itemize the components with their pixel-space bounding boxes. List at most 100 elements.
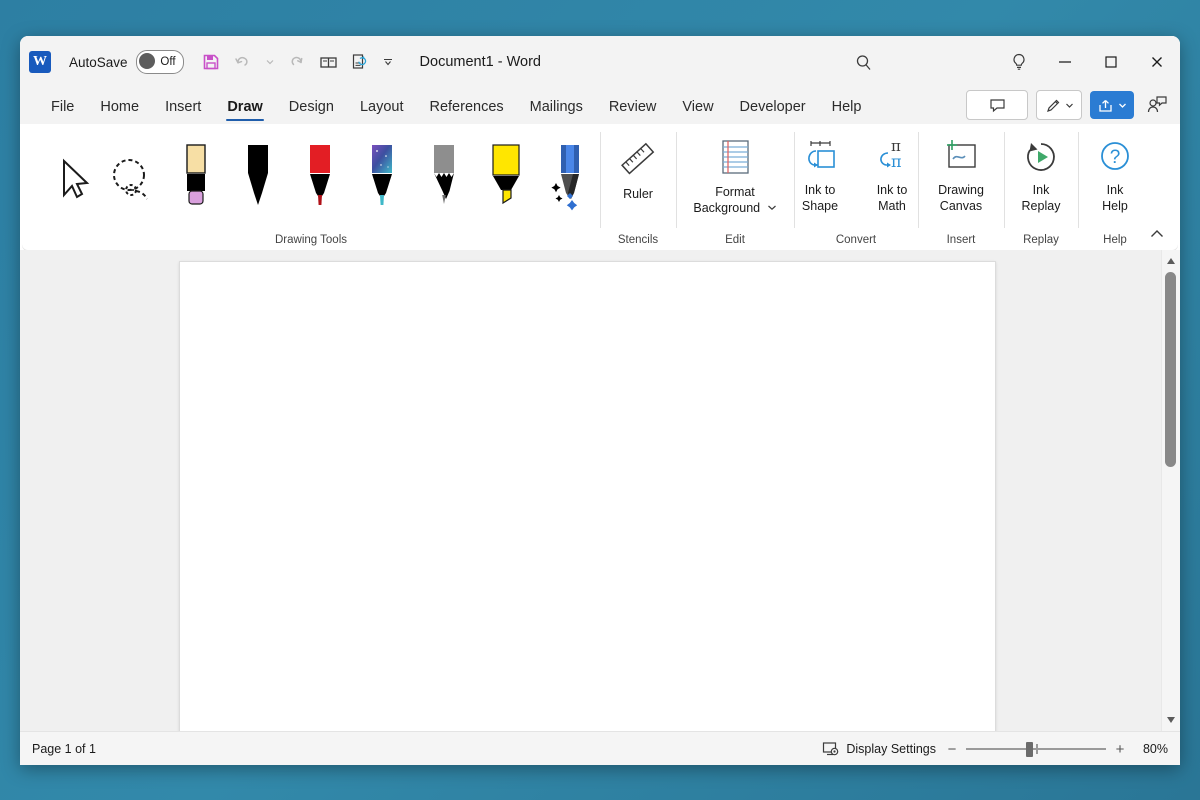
vertical-scrollbar[interactable] bbox=[1161, 250, 1180, 731]
collapse-ribbon-button[interactable] bbox=[1146, 224, 1168, 244]
status-bar-right: Display Settings − + 80% bbox=[822, 741, 1168, 758]
tab-references[interactable]: References bbox=[416, 99, 516, 124]
ribbon-group-label-edit: Edit bbox=[725, 234, 745, 250]
tab-help[interactable]: Help bbox=[819, 99, 875, 124]
tab-home[interactable]: Home bbox=[87, 99, 152, 124]
refresh-document-icon[interactable] bbox=[346, 47, 376, 77]
redo-icon[interactable] bbox=[282, 47, 312, 77]
quick-access-toolbar bbox=[196, 47, 398, 77]
drawing-canvas-button[interactable]: Drawing Canvas bbox=[925, 125, 997, 233]
zoom-out-button[interactable]: − bbox=[946, 741, 958, 758]
ink-replay-label-line2: Replay bbox=[1022, 199, 1061, 213]
ink-to-shape-button[interactable]: Ink to Shape bbox=[784, 125, 856, 233]
status-bar: Page 1 of 1 Display Settings − bbox=[20, 731, 1180, 765]
scrollbar-thumb[interactable] bbox=[1165, 272, 1176, 467]
ribbon-group-drawing-tools: Drawing Tools bbox=[22, 124, 600, 250]
highlighter-yellow[interactable] bbox=[476, 131, 536, 227]
scroll-down-arrow-icon[interactable] bbox=[1162, 711, 1180, 729]
action-pen-blue[interactable] bbox=[538, 131, 598, 227]
ribbon-group-replay: Ink Replay Replay bbox=[1004, 124, 1078, 250]
pencil-gray[interactable] bbox=[414, 131, 474, 227]
undo-icon[interactable] bbox=[228, 47, 258, 77]
document-page[interactable] bbox=[179, 261, 996, 733]
zoom-slider-handle[interactable] bbox=[1026, 742, 1033, 757]
search-icon[interactable] bbox=[850, 49, 878, 77]
pen-galaxy-icon bbox=[367, 143, 397, 215]
ruler-button-label: Ruler bbox=[623, 187, 653, 203]
chevron-down-icon bbox=[767, 203, 777, 212]
person-comment-icon[interactable] bbox=[1142, 91, 1172, 119]
close-icon[interactable] bbox=[1134, 36, 1180, 88]
format-background-icon bbox=[713, 137, 757, 179]
svg-text:?: ? bbox=[1110, 147, 1121, 168]
chevron-up-icon bbox=[1149, 228, 1165, 240]
scroll-up-arrow-icon[interactable] bbox=[1162, 252, 1180, 270]
ribbon-group-edit: Format Background Edit bbox=[676, 124, 794, 250]
zoom-in-button[interactable]: + bbox=[1114, 741, 1126, 758]
ribbon-group-label-convert: Convert bbox=[836, 234, 876, 250]
ink-to-shape-label-line2: Shape bbox=[802, 199, 838, 213]
editing-mode-button[interactable] bbox=[1036, 90, 1082, 120]
tab-layout[interactable]: Layout bbox=[347, 99, 417, 124]
customize-qat-icon[interactable] bbox=[378, 47, 398, 77]
ink-help-label-line2: Help bbox=[1102, 199, 1128, 213]
print-layout-icon[interactable] bbox=[314, 47, 344, 77]
lasso-select-tool[interactable] bbox=[104, 131, 164, 227]
lasso-icon bbox=[107, 153, 161, 205]
zoom-slider-midpoint bbox=[1036, 744, 1038, 754]
ribbon-tab-actions bbox=[966, 90, 1172, 120]
zoom-percent-label[interactable]: 80% bbox=[1134, 742, 1168, 756]
pen-black[interactable] bbox=[228, 131, 288, 227]
ribbon-tabs: File Home Insert Draw Design Layout Refe… bbox=[20, 88, 1180, 124]
ink-to-math-icon: π π bbox=[872, 137, 912, 177]
document-title: Document1 - Word bbox=[420, 54, 541, 70]
autosave-toggle[interactable]: Off bbox=[136, 50, 184, 74]
display-settings-icon bbox=[822, 741, 840, 757]
comments-button[interactable] bbox=[966, 90, 1028, 120]
ink-to-shape-label-line1: Ink to bbox=[805, 183, 836, 197]
undo-dropdown-icon[interactable] bbox=[260, 47, 280, 77]
tab-review[interactable]: Review bbox=[596, 99, 670, 124]
eraser-tool[interactable] bbox=[166, 131, 226, 227]
ribbon-group-label-stencils: Stencils bbox=[618, 234, 658, 250]
ribbon-group-label-drawing-tools: Drawing Tools bbox=[275, 234, 347, 250]
tab-design[interactable]: Design bbox=[276, 99, 347, 124]
ribbon-group-convert: Ink to Shape π π Ink to Ma bbox=[794, 124, 918, 250]
ribbon-group-label-help: Help bbox=[1103, 234, 1127, 250]
ruler-button[interactable]: Ruler bbox=[602, 125, 674, 233]
lightbulb-icon[interactable] bbox=[996, 36, 1042, 88]
drawing-canvas-label-line1: Drawing bbox=[938, 183, 984, 197]
ink-replay-button[interactable]: Ink Replay bbox=[1005, 125, 1077, 233]
pen-galaxy[interactable] bbox=[352, 131, 412, 227]
tab-insert[interactable]: Insert bbox=[152, 99, 214, 124]
tab-mailings[interactable]: Mailings bbox=[517, 99, 596, 124]
pen-black-icon bbox=[243, 143, 273, 215]
maximize-icon[interactable] bbox=[1088, 36, 1134, 88]
share-icon bbox=[1098, 97, 1115, 113]
tab-file[interactable]: File bbox=[38, 99, 87, 124]
pen-red[interactable] bbox=[290, 131, 350, 227]
zoom-slider[interactable] bbox=[966, 742, 1106, 756]
ribbon-group-insert: Drawing Canvas Insert bbox=[918, 124, 1004, 250]
autosave-state-label: Off bbox=[160, 56, 175, 68]
ink-help-button[interactable]: ? Ink Help bbox=[1079, 125, 1151, 233]
page-status[interactable]: Page 1 of 1 bbox=[32, 742, 96, 756]
share-button[interactable] bbox=[1090, 91, 1134, 119]
ribbon-group-label-insert: Insert bbox=[947, 234, 976, 250]
display-settings-label: Display Settings bbox=[846, 742, 936, 756]
ruler-icon bbox=[616, 137, 660, 181]
svg-text:π: π bbox=[891, 152, 902, 171]
tab-draw[interactable]: Draw bbox=[214, 99, 275, 124]
ink-replay-label-line1: Ink bbox=[1033, 183, 1050, 197]
format-background-button[interactable]: Format Background bbox=[685, 125, 784, 233]
minimize-icon[interactable] bbox=[1042, 36, 1088, 88]
tab-developer[interactable]: Developer bbox=[727, 99, 819, 124]
ribbon-group-help: ? Ink Help Help bbox=[1078, 124, 1152, 250]
chevron-down-icon bbox=[1118, 101, 1127, 110]
save-icon[interactable] bbox=[196, 47, 226, 77]
tab-view[interactable]: View bbox=[669, 99, 726, 124]
display-settings-button[interactable]: Display Settings bbox=[822, 741, 936, 757]
format-background-label-line1: Format bbox=[715, 185, 755, 199]
select-tool[interactable] bbox=[42, 131, 102, 227]
action-pen-icon bbox=[548, 143, 588, 215]
